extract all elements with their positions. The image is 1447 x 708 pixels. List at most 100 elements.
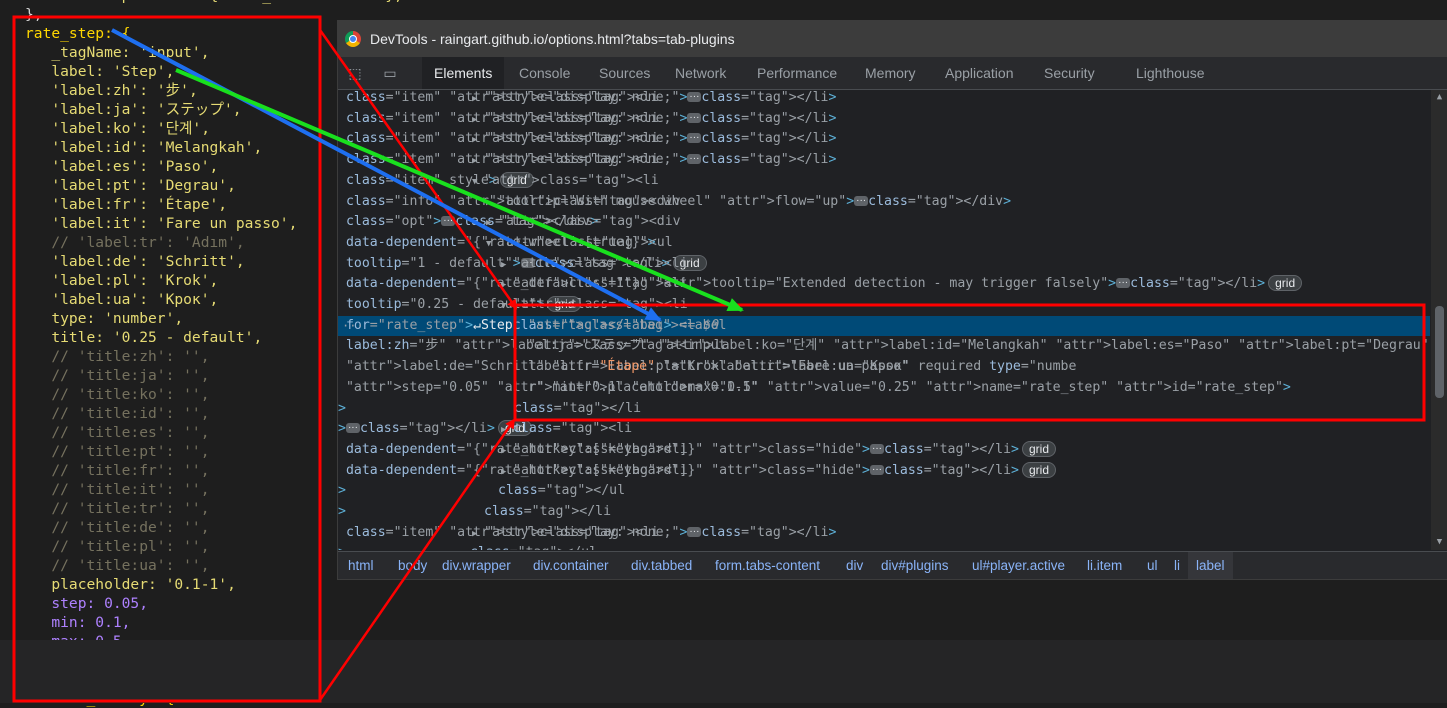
devtools-window[interactable]: DevTools - raingart.github.io/options.ht… [337, 20, 1447, 580]
tab-memory[interactable]: Memory [853, 57, 928, 89]
dom-node[interactable]: ▶ "attr">class="tag"><li class="item" "at… [338, 90, 1430, 108]
dom-node[interactable]: class="tag"></li > [338, 399, 1430, 419]
code-line: 'label:pl': 'Krok', [25, 272, 219, 289]
code-line: 'label:ko': '단계', [25, 120, 211, 137]
breadcrumb-item[interactable]: label [1188, 552, 1233, 579]
breadcrumb-item[interactable]: div.wrapper [434, 552, 519, 579]
breadcrumb-item[interactable]: div.tabbed [623, 552, 700, 579]
expand-closed-icon[interactable]: ▶ [501, 420, 513, 440]
code-line: // 'title:ja': '', [25, 367, 210, 384]
breadcrumb-item[interactable]: li [1166, 552, 1188, 579]
expand-open-icon[interactable]: ▼ [472, 172, 484, 192]
code-line: // 'title:ua': '', [25, 557, 210, 574]
code-line: min: 0.1, [25, 614, 131, 631]
breadcrumb-item[interactable]: form.tabs-content [707, 552, 828, 579]
ellipsis-icon[interactable]: ··· [687, 112, 702, 123]
inspect-element-icon[interactable]: ⬚ [347, 65, 363, 81]
expand-closed-icon[interactable]: ▶ [486, 193, 498, 213]
device-toolbar-icon[interactable]: ▭ [382, 65, 398, 81]
ellipsis-icon[interactable]: ··· [687, 133, 702, 144]
dom-node[interactable]: ▶ "attr">class="tag"><li class="item" "at… [338, 523, 1430, 543]
scroll-up-icon[interactable]: ▲ [1434, 92, 1445, 103]
breadcrumb-item[interactable]: html [340, 552, 382, 579]
scroll-thumb[interactable] [1435, 306, 1444, 398]
tab-application[interactable]: Application [933, 57, 1026, 89]
expand-closed-icon[interactable]: ▶ [486, 213, 498, 233]
code-line: // 'title:ko': '', [25, 386, 210, 403]
dom-node[interactable]: ▶ "attr">class="tag"><li data-dependent="… [338, 274, 1430, 294]
dom-node[interactable]: ▶ "attr">class="tag"><li class="item" "at… [338, 150, 1430, 170]
expand-closed-icon[interactable]: ▶ [472, 130, 484, 150]
ellipsis-icon[interactable]: ··· [687, 154, 702, 165]
dom-node[interactable]: ▶ "attr">class="tag"><div class="opt"> ···… [338, 212, 1430, 232]
dom-node[interactable]: ▶ class="tag"><li > ··· class="tag"></li> gri… [338, 419, 1430, 439]
expand-closed-icon[interactable]: ▶ [472, 110, 484, 130]
ellipsis-icon[interactable]: ··· [1116, 278, 1131, 289]
breadcrumb-item[interactable]: div [838, 552, 871, 579]
selected-label-node[interactable]: "attr">class="tag"><label for="rate_step… [338, 315, 1430, 336]
expand-closed-icon[interactable]: ▶ [501, 462, 513, 482]
code-line: 'label:it': 'Fare un passo', [25, 215, 298, 232]
tab-sources[interactable]: Sources [587, 57, 662, 89]
input-node-cont[interactable]: r" "attr">placeholder="0.1-1" "attr">ste… [338, 378, 1430, 398]
code-line: label: 'Step', [25, 63, 175, 80]
breadcrumb-item[interactable]: div#plugins [873, 552, 957, 579]
ellipsis-icon[interactable]: ··· [687, 526, 702, 537]
breadcrumb-item[interactable]: body [390, 552, 435, 579]
dom-node[interactable]: ▶ "attr">class="tag"><li class="item" "at… [338, 109, 1430, 129]
ellipsis-icon[interactable]: ··· [345, 423, 360, 434]
ellipsis-icon[interactable]: ··· [870, 464, 884, 475]
input-node[interactable]: "attr">class="tag"><input label:zh="步" "… [338, 336, 1430, 356]
elements-tree[interactable]: ▶ "attr">class="tag"><li class="item" "at… [338, 90, 1430, 550]
breadcrumb-item[interactable]: li.item [1079, 552, 1130, 579]
expand-open-icon[interactable]: ▼ [486, 234, 498, 254]
input-node-cont[interactable]: label:fr="Étape" "attr">label:it="Fare u… [338, 357, 1430, 377]
dom-node[interactable]: ▶ "attr">class="tag"><li data-dependent="… [338, 461, 1430, 481]
tab-security[interactable]: Security [1032, 57, 1107, 89]
expand-closed-icon[interactable]: ▶ [501, 441, 513, 461]
tab-console[interactable]: Console [507, 57, 582, 89]
dom-node[interactable]: ▼ "attr">class="tag"><li class="item" sty… [338, 171, 1430, 191]
dom-node[interactable]: ▶ "attr">class="tag"><li data-dependent="… [338, 440, 1430, 460]
expand-closed-icon[interactable]: ▶ [472, 90, 484, 109]
tab-performance[interactable]: Performance [745, 57, 849, 89]
expand-closed-icon[interactable]: ▶ [501, 275, 513, 295]
selected-marker-icon: ··· [342, 318, 364, 333]
dom-node[interactable]: class="tag"></ul> [338, 543, 1430, 550]
code-line: title: '0.25 - default', [25, 329, 263, 346]
dom-node[interactable]: ▼ "attr">class="tag"><li tooltip="0.25 - … [338, 295, 1430, 315]
code-line: 'label:fr': 'Étape', [25, 196, 228, 213]
breadcrumb-item[interactable]: div.container [525, 552, 617, 579]
tab-network[interactable]: Network [663, 57, 738, 89]
ellipsis-icon[interactable]: ··· [687, 92, 702, 102]
dom-node[interactable]: class="tag"></ul> [338, 481, 1430, 501]
tab-elements[interactable]: Elements [422, 57, 505, 89]
breadcrumb-item[interactable]: ul#player.active [964, 552, 1073, 579]
ellipsis-icon[interactable]: ··· [870, 443, 884, 454]
ellipsis-icon[interactable]: ··· [441, 216, 456, 227]
editor-lower-area [0, 640, 1447, 703]
grid-badge[interactable]: grid [1268, 275, 1303, 292]
grid-badge[interactable]: grid [1022, 440, 1057, 457]
dom-node[interactable]: ▶ "attr">class="tag"><li tooltip="1 - def… [338, 254, 1430, 274]
dom-node[interactable]: class="tag"></li > [338, 502, 1430, 522]
code-line: // 'title:it': '', [25, 481, 210, 498]
dom-node[interactable]: ▶ "attr">class="tag"><li class="item" "at… [338, 129, 1430, 149]
elements-scrollbar[interactable]: ▲ ▼ [1431, 90, 1447, 550]
expand-closed-icon[interactable]: ▶ [472, 151, 484, 171]
expand-closed-icon[interactable]: ▶ [501, 255, 513, 275]
scroll-down-icon[interactable]: ▼ [1434, 537, 1445, 548]
grid-badge[interactable]: grid [1022, 461, 1057, 478]
code-line: rate_step: { [25, 25, 131, 42]
code-line: // 'title:fr': '', [25, 462, 210, 479]
dom-node[interactable]: ▶ "attr">class="tag"><div class="info" "a… [338, 192, 1430, 212]
ellipsis-icon[interactable]: ··· [854, 195, 869, 206]
code-line: }, [25, 6, 43, 23]
dom-node[interactable]: ▼ "attr">class="tag"><ul data-dependent="… [338, 233, 1430, 253]
expand-open-icon[interactable]: ▼ [501, 296, 513, 316]
tab-lighthouse[interactable]: Lighthouse [1124, 57, 1217, 89]
code-line: 'label:de': 'Schritt', [25, 253, 245, 270]
breadcrumb-item[interactable]: ul [1139, 552, 1166, 579]
code-line: // 'title:de': '', [25, 519, 210, 536]
expand-closed-icon[interactable]: ▶ [472, 524, 484, 544]
